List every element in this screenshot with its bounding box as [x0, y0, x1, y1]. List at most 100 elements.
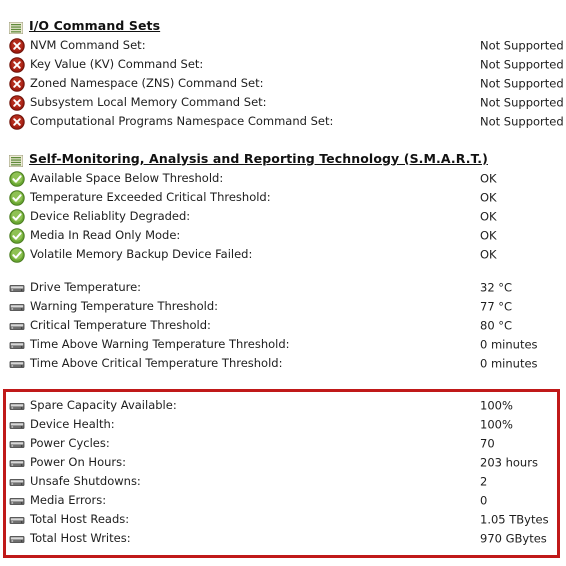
- info-row-zoned-namespace-command-set: Zoned Namespace (ZNS) Command Set: Not S…: [0, 74, 566, 93]
- info-row-value: 77 °C: [480, 299, 513, 313]
- ok-check-icon: [9, 208, 25, 225]
- info-row-power-cycles: Power Cycles: 70: [0, 434, 566, 453]
- info-row-label: Time Above Critical Temperature Threshol…: [30, 356, 283, 370]
- section-title: I/O Command Sets: [29, 17, 161, 33]
- info-row-value: OK: [480, 209, 497, 223]
- info-row-available-space-below-threshold: Available Space Below Threshold: OK: [0, 169, 566, 188]
- info-row-value: 100%: [480, 417, 513, 431]
- info-row-label: Critical Temperature Threshold:: [30, 318, 211, 332]
- info-row-label: Spare Capacity Available:: [30, 398, 177, 412]
- info-row-media-errors: Media Errors: 0: [0, 491, 566, 510]
- info-row-warning-temperature-threshold: Warning Temperature Threshold: 77 °C: [0, 297, 566, 316]
- ok-check-icon: [9, 246, 25, 263]
- info-row-value: OK: [480, 247, 497, 261]
- info-row-label: Warning Temperature Threshold:: [30, 299, 218, 313]
- drive-icon: [9, 531, 25, 547]
- drive-icon: [9, 337, 25, 353]
- drive-icon: [9, 280, 25, 296]
- info-row-label: Device Reliablity Degraded:: [30, 209, 191, 223]
- error-x-icon: [9, 75, 25, 92]
- error-x-icon: [9, 113, 25, 130]
- info-row-label: Media Errors:: [30, 493, 107, 507]
- info-row-label: Key Value (KV) Command Set:: [30, 57, 204, 71]
- list-lines-icon: [8, 19, 24, 35]
- drive-icon: [9, 455, 25, 471]
- error-x-icon: [9, 56, 25, 73]
- info-row-value: Not Supported: [480, 95, 564, 109]
- info-row-label: Total Host Reads:: [30, 512, 130, 526]
- drive-icon: [9, 318, 25, 334]
- info-row-label: Power Cycles:: [30, 436, 110, 450]
- info-row-value: 1.05 TBytes: [480, 512, 549, 526]
- info-row-nvm-command-set: NVM Command Set: Not Supported: [0, 36, 566, 55]
- info-row-label: NVM Command Set:: [30, 38, 146, 52]
- info-row-label: Drive Temperature:: [30, 280, 142, 294]
- info-row-value: 80 °C: [480, 318, 513, 332]
- drive-icon: [9, 436, 25, 452]
- error-x-icon: [9, 94, 25, 111]
- info-row-label: Time Above Warning Temperature Threshold…: [30, 337, 290, 351]
- section-header-smart: Self-Monitoring, Analysis and Reporting …: [0, 147, 566, 169]
- info-row-value: Not Supported: [480, 57, 564, 71]
- section-title: Self-Monitoring, Analysis and Reporting …: [29, 150, 488, 166]
- drive-icon: [9, 356, 25, 372]
- info-row-value: 0 minutes: [480, 356, 538, 370]
- drive-icon: [9, 474, 25, 490]
- info-row-label: Zoned Namespace (ZNS) Command Set:: [30, 76, 264, 90]
- ok-check-icon: [9, 227, 25, 244]
- info-row-label: Unsafe Shutdowns:: [30, 474, 141, 488]
- info-row-value: OK: [480, 228, 497, 242]
- info-row-volatile-memory-backup-device-failed: Volatile Memory Backup Device Failed: OK: [0, 245, 566, 264]
- info-row-label: Temperature Exceeded Critical Threshold:: [30, 190, 271, 204]
- info-row-subsystem-local-memory-command-set: Subsystem Local Memory Command Set: Not …: [0, 93, 566, 112]
- info-row-label: Available Space Below Threshold:: [30, 171, 224, 185]
- info-row-label: Power On Hours:: [30, 455, 126, 469]
- info-row-temperature-exceeded-critical-threshold: Temperature Exceeded Critical Threshold:…: [0, 188, 566, 207]
- drive-icon: [9, 398, 25, 414]
- info-row-critical-temperature-threshold: Critical Temperature Threshold: 80 °C: [0, 316, 566, 335]
- info-row-label: Volatile Memory Backup Device Failed:: [30, 247, 253, 261]
- info-row-value: 0: [480, 493, 488, 507]
- info-row-value: 100%: [480, 398, 513, 412]
- info-row-total-host-reads: Total Host Reads: 1.05 TBytes: [0, 510, 566, 529]
- info-row-value: 70: [480, 436, 495, 450]
- drive-icon: [9, 299, 25, 315]
- info-row-power-on-hours: Power On Hours: 203 hours: [0, 453, 566, 472]
- info-row-label: Subsystem Local Memory Command Set:: [30, 95, 267, 109]
- info-row-time-above-warning-temperature-threshold: Time Above Warning Temperature Threshold…: [0, 335, 566, 354]
- info-row-key-value-command-set: Key Value (KV) Command Set: Not Supporte…: [0, 55, 566, 74]
- info-row-label: Total Host Writes:: [30, 531, 131, 545]
- info-row-label: Computational Programs Namespace Command…: [30, 114, 334, 128]
- info-row-value: 0 minutes: [480, 337, 538, 351]
- info-row-value: 32 °C: [480, 280, 513, 294]
- info-row-media-in-read-only-mode: Media In Read Only Mode: OK: [0, 226, 566, 245]
- info-row-value: Not Supported: [480, 38, 564, 52]
- info-row-drive-temperature: Drive Temperature: 32 °C: [0, 278, 566, 297]
- section-header-io-command-sets: I/O Command Sets: [0, 14, 566, 36]
- info-row-total-host-writes: Total Host Writes: 970 GBytes: [0, 529, 566, 548]
- info-row-device-reliability-degraded: Device Reliablity Degraded: OK: [0, 207, 566, 226]
- error-x-icon: [9, 37, 25, 54]
- info-row-computational-programs-namespace-command-set: Computational Programs Namespace Command…: [0, 112, 566, 131]
- ok-check-icon: [9, 189, 25, 206]
- health-statistics-group: Spare Capacity Available: 100% Device He…: [0, 396, 566, 548]
- info-row-value: 970 GBytes: [480, 531, 547, 545]
- unboxed-sections: I/O Command Sets NVM Command Set: Not Su…: [0, 14, 566, 373]
- drive-icon: [9, 512, 25, 528]
- info-row-spare-capacity-available: Spare Capacity Available: 100%: [0, 396, 566, 415]
- list-lines-icon: [8, 152, 24, 168]
- info-row-label: Device Health:: [30, 417, 115, 431]
- info-row-device-health: Device Health: 100%: [0, 415, 566, 434]
- info-row-value: OK: [480, 190, 497, 204]
- drive-icon: [9, 417, 25, 433]
- ok-check-icon: [9, 170, 25, 187]
- info-row-value: OK: [480, 171, 497, 185]
- drive-info-panel: I/O Command Sets NVM Command Set: Not Su…: [0, 0, 566, 566]
- info-row-label: Media In Read Only Mode:: [30, 228, 181, 242]
- info-row-value: 203 hours: [480, 455, 538, 469]
- info-row-unsafe-shutdowns: Unsafe Shutdowns: 2: [0, 472, 566, 491]
- info-row-value: 2: [480, 474, 488, 488]
- info-row-value: Not Supported: [480, 114, 564, 128]
